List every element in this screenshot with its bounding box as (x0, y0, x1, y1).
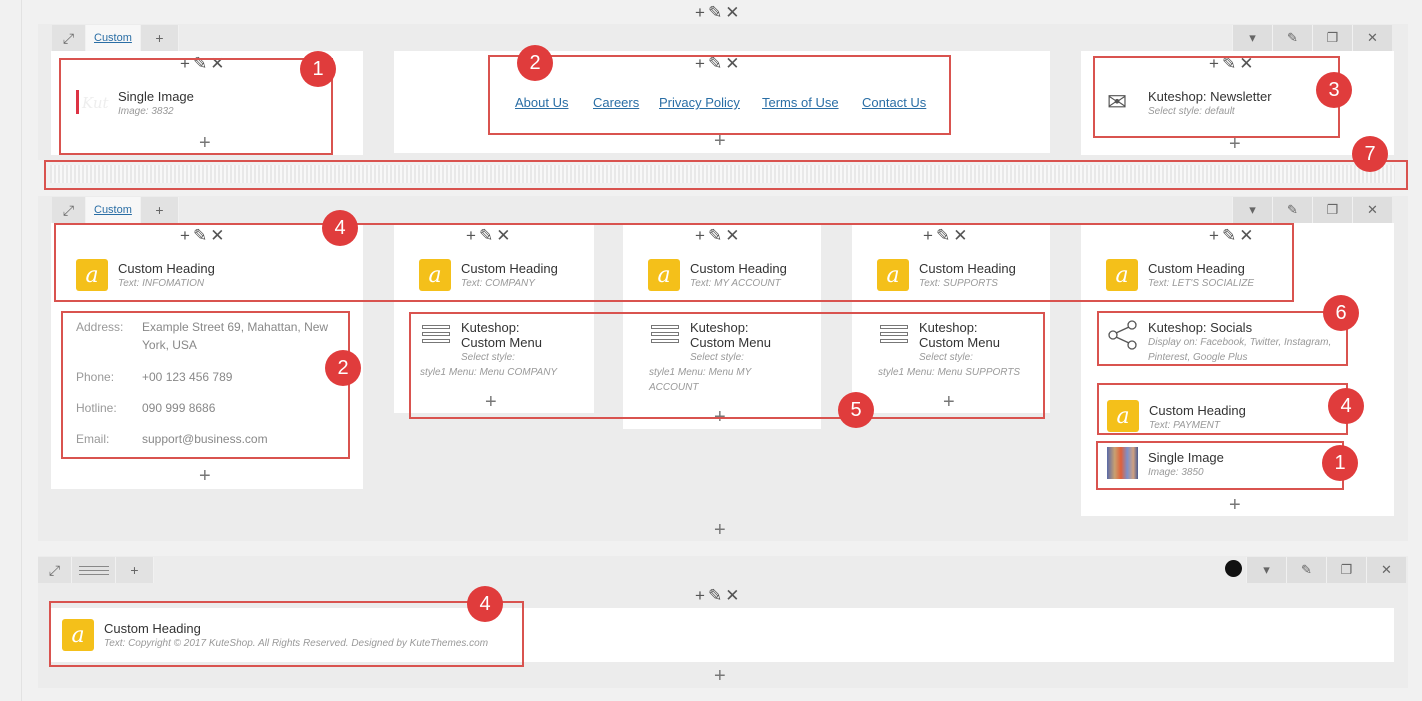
row-3-controls[interactable]: + ✎ ✕ (695, 587, 742, 604)
close-icon[interactable]: ✕ (1366, 557, 1406, 583)
highlight-box (1093, 56, 1340, 138)
close-icon[interactable]: ✕ (1352, 197, 1392, 223)
expand-icon[interactable]: ⤢ (52, 25, 86, 51)
annotation-badge: 2 (517, 45, 553, 81)
highlight-box (1097, 383, 1348, 435)
row-2-actions: ▾ ✎ ❐ ✕ (1232, 197, 1392, 223)
delete-icon[interactable]: ✕ (725, 4, 739, 21)
annotation-badge: 3 (1316, 72, 1352, 108)
annotation-badge: 1 (1322, 445, 1358, 481)
add-row-icon[interactable]: + (714, 666, 726, 686)
highlight-box (59, 58, 333, 155)
highlight-box (61, 311, 350, 459)
highlight-box (44, 160, 1408, 190)
row-3-actions: ▾ ✎ ❐ ✕ (1246, 557, 1406, 583)
annotation-badge: 7 (1352, 136, 1388, 172)
highlight-box (409, 312, 1045, 419)
annotation-badge: 4 (467, 586, 503, 622)
annotation-badge: 1 (300, 51, 336, 87)
clone-icon[interactable]: ❐ (1312, 197, 1352, 223)
highlight-box (488, 55, 951, 135)
add-tab-icon[interactable]: + (140, 197, 179, 223)
add-element-icon[interactable]: + (1229, 495, 1241, 515)
left-sidebar-strip (0, 0, 22, 701)
expand-icon[interactable]: ⤢ (38, 557, 72, 583)
highlight-box (1097, 311, 1348, 366)
close-icon[interactable]: ✕ (1352, 25, 1392, 51)
edit-pencil-icon[interactable]: ✎ (708, 4, 722, 21)
edit-pencil-icon[interactable]: ✎ (1272, 25, 1312, 51)
edit-pencil-icon[interactable]: ✎ (1272, 197, 1312, 223)
color-dot-icon[interactable] (1225, 560, 1242, 577)
highlight-box (49, 601, 524, 667)
highlight-box (1096, 441, 1344, 490)
chevron-down-icon[interactable]: ▾ (1232, 25, 1272, 51)
annotation-badge: 5 (838, 392, 874, 428)
add-icon[interactable]: + (695, 4, 705, 21)
row-controls-top[interactable]: + ✎ ✕ (695, 4, 742, 21)
annotation-badge: 4 (1328, 388, 1364, 424)
expand-icon[interactable]: ⤢ (52, 197, 86, 223)
row-2-toolbar: ⤢ Custom + (52, 197, 179, 223)
clone-icon[interactable]: ❐ (1312, 25, 1352, 51)
annotation-badge: 6 (1323, 295, 1359, 331)
annotation-badge: 4 (322, 210, 358, 246)
row-1-toolbar: ⤢ Custom + (52, 25, 179, 51)
clone-icon[interactable]: ❐ (1326, 557, 1366, 583)
add-tab-icon[interactable]: + (140, 25, 179, 51)
row-2-tab-custom[interactable]: Custom (86, 197, 141, 223)
annotation-badge: 2 (325, 350, 361, 386)
row-1-tab-custom[interactable]: Custom (86, 25, 141, 51)
chevron-down-icon[interactable]: ▾ (1246, 557, 1286, 583)
row-1-actions: ▾ ✎ ❐ ✕ (1232, 25, 1392, 51)
chevron-down-icon[interactable]: ▾ (1232, 197, 1272, 223)
add-row-icon[interactable]: + (714, 520, 726, 540)
edit-pencil-icon[interactable]: ✎ (1286, 557, 1326, 583)
add-tab-icon[interactable]: + (116, 557, 154, 583)
separator-handle-icon[interactable] (72, 557, 116, 583)
row-3-toolbar: ⤢ + (38, 557, 154, 583)
highlight-box (54, 223, 1294, 302)
add-element-icon[interactable]: + (199, 466, 211, 486)
